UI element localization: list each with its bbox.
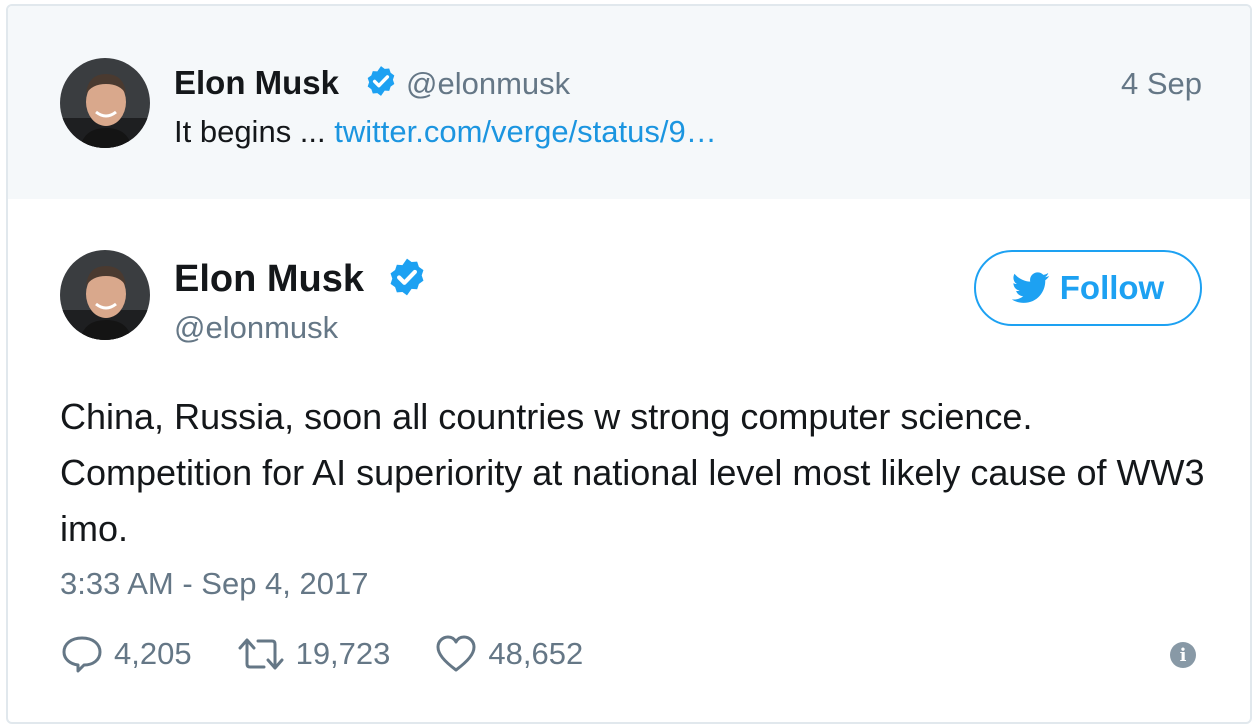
avatar[interactable] (60, 58, 150, 148)
parent-tweet-text: It begins ... twitter.com/verge/status/9… (174, 114, 717, 150)
reply-button[interactable]: 4,205 (60, 634, 192, 674)
twitter-bird-icon (1011, 272, 1050, 304)
verified-badge-icon (364, 64, 398, 103)
heart-icon (434, 634, 478, 674)
tweet-actions: 4,205 19,723 48,652 (60, 634, 627, 674)
follow-button[interactable]: Follow (974, 250, 1202, 326)
parent-handle[interactable]: @elonmusk (406, 66, 570, 102)
tweet-text: China, Russia, soon all countries w stro… (60, 396, 1205, 549)
parent-tweet[interactable]: Elon Musk @elonmusk 4 Sep It begins ... … (8, 6, 1250, 199)
reply-icon (60, 634, 104, 674)
like-button[interactable]: 48,652 (434, 634, 583, 674)
parent-date[interactable]: 4 Sep (1121, 66, 1202, 102)
retweet-button[interactable]: 19,723 (236, 636, 391, 672)
info-icon[interactable]: i (1170, 642, 1196, 668)
author-handle[interactable]: @elonmusk (174, 310, 338, 346)
avatar-photo-icon (60, 250, 150, 340)
reply-count: 4,205 (114, 636, 192, 671)
verified-badge-icon (386, 256, 428, 303)
tweet-embed-card: Elon Musk @elonmusk 4 Sep It begins ... … (6, 4, 1252, 724)
follow-label: Follow (1059, 269, 1165, 306)
parent-author-name[interactable]: Elon Musk (174, 64, 339, 102)
retweet-icon (236, 636, 286, 672)
parent-text-body: It begins ... (174, 114, 326, 149)
like-count: 48,652 (488, 636, 584, 671)
avatar-photo-icon (60, 58, 150, 148)
avatar[interactable] (60, 250, 150, 340)
tweet-timestamp[interactable]: 3:33 AM - Sep 4, 2017 (60, 566, 369, 602)
retweet-count: 19,723 (295, 636, 391, 671)
author-name[interactable]: Elon Musk (174, 258, 364, 301)
parent-tweet-link[interactable]: twitter.com/verge/status/9… (334, 114, 716, 149)
